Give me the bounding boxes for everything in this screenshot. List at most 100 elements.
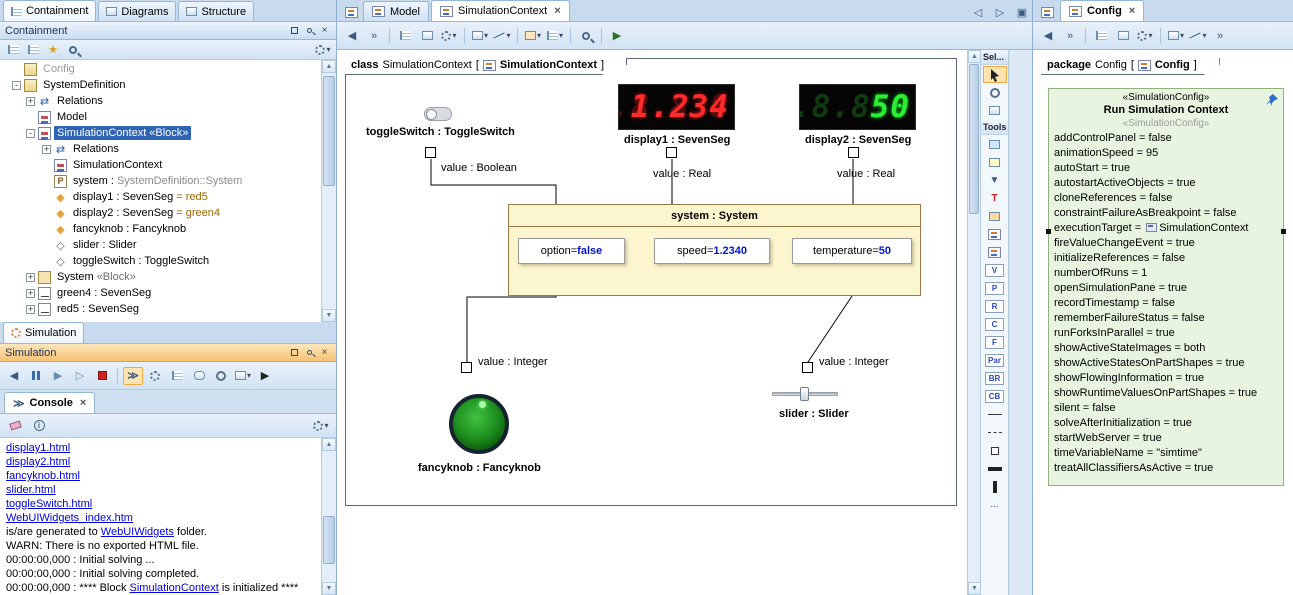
diagram-canvas[interactable]: class SimulationContext [ SimulationCont… [337, 50, 967, 595]
toggleswitch-port[interactable] [425, 147, 436, 158]
tab-simulation[interactable]: Simulation [3, 322, 84, 343]
animation-speed-icon[interactable]: ≫ [123, 367, 143, 385]
favorites-icon[interactable]: ★ [43, 41, 63, 59]
console-scrollbar[interactable]: ▲ ▼ [321, 438, 336, 595]
swimlane-icon[interactable]: ▾ [1166, 27, 1186, 45]
tree-item[interactable]: system :SystemDefinition::System [0, 173, 336, 189]
config-property[interactable]: startWebServer = true [1054, 431, 1283, 446]
speed-value-box[interactable]: speed = 1.2340 [654, 238, 770, 264]
config-property[interactable]: runForksInParallel = true [1054, 326, 1283, 341]
options-gear-icon[interactable]: ▾ [313, 41, 333, 59]
tree-item[interactable]: +Relations [0, 93, 336, 109]
tree-expander[interactable]: + [26, 289, 35, 298]
close-icon[interactable]: × [318, 24, 331, 37]
part-property-tool-icon[interactable]: P [983, 280, 1007, 297]
diagram-overview-tool-icon[interactable] [983, 244, 1007, 261]
console-link[interactable]: WebUIWidgets [101, 526, 174, 538]
tree-item[interactable]: fancyknob : Fancyknob [0, 221, 336, 237]
publish-icon[interactable] [1113, 27, 1133, 45]
config-property[interactable]: animationSpeed = 95 [1054, 146, 1283, 161]
config-property-execution-target[interactable]: executionTarget = SimulationContext [1054, 221, 1283, 236]
console-link[interactable]: toggleSwitch.html [6, 498, 92, 510]
note-tool-icon[interactable] [983, 154, 1007, 171]
tree-item[interactable]: slider : Slider [0, 237, 336, 253]
tab-structure[interactable]: Structure [178, 1, 254, 21]
selection-handle[interactable] [1281, 229, 1286, 234]
pin-icon[interactable] [303, 24, 316, 37]
tree-item[interactable]: Model [0, 109, 336, 125]
gear-icon[interactable]: ▾ [1135, 27, 1155, 45]
display1-port[interactable] [666, 147, 677, 158]
swimlane-icon[interactable]: ▾ [470, 27, 490, 45]
text-tool-icon[interactable]: T [983, 190, 1007, 207]
tab-list-icon[interactable] [341, 3, 361, 21]
console-link[interactable]: slider.html [6, 484, 56, 496]
legend-icon[interactable]: ▾ [545, 27, 565, 45]
fancyknob-part-label[interactable]: fancyknob : Fancyknob [418, 462, 541, 474]
run-simulation-icon[interactable]: ▶ [607, 27, 627, 45]
tree-expander[interactable]: - [26, 129, 35, 138]
next-diagram-icon[interactable]: ▷ [990, 3, 1010, 21]
info-icon[interactable]: i [29, 417, 49, 435]
canvas-vertical-scrollbar[interactable]: ▲ ▼ [967, 50, 980, 595]
expand-all-icon[interactable] [23, 41, 43, 59]
console-link[interactable]: SimulationContext [130, 582, 219, 594]
config-property[interactable]: recordTimestamp = false [1054, 296, 1283, 311]
back-icon[interactable]: ◀ [342, 27, 362, 45]
tree-expander[interactable]: + [26, 273, 35, 282]
back-icon[interactable]: ◀ [1038, 27, 1058, 45]
image-tool-icon[interactable] [983, 208, 1007, 225]
port-tool-icon[interactable] [983, 442, 1007, 459]
slider-part-label[interactable]: slider : Slider [779, 408, 849, 420]
config-property[interactable]: constraintFailureAsBreakpoint = false [1054, 206, 1283, 221]
reference-property-tool-icon[interactable]: R [983, 298, 1007, 315]
config-property[interactable]: solveAfterInitialization = true [1054, 416, 1283, 431]
previous-diagram-icon[interactable]: ◁ [968, 3, 988, 21]
step-over-icon[interactable]: ▷ [70, 367, 90, 385]
clear-console-icon[interactable] [5, 417, 25, 435]
config-property[interactable]: timeVariableName = "simtime" [1054, 446, 1283, 461]
run-icon[interactable]: ▶ [255, 367, 275, 385]
publish-icon[interactable] [417, 27, 437, 45]
palette-more-icon[interactable]: ... [983, 496, 1007, 513]
tree-item[interactable]: -SystemDefinition [0, 77, 336, 93]
toolbar-overflow-icon[interactable]: » [364, 27, 384, 45]
tree-item[interactable]: SimulationContext [0, 157, 336, 173]
temperature-value-box[interactable]: temperature = 50 [792, 238, 912, 264]
config-property[interactable]: showRuntimeValuesOnPartShapes = true [1054, 386, 1283, 401]
config-property[interactable]: openSimulationPane = true [1054, 281, 1283, 296]
collapse-all-icon[interactable] [3, 41, 23, 59]
export-icon[interactable]: ▾ [233, 367, 253, 385]
config-property[interactable]: autostartActiveObjects = true [1054, 176, 1283, 191]
console-link[interactable]: display2.html [6, 456, 70, 468]
restore-icon[interactable] [288, 24, 301, 37]
config-property[interactable]: treatAllClassifiersAsActive = true [1054, 461, 1283, 476]
fork-horizontal-tool-icon[interactable] [983, 460, 1007, 477]
gear-icon[interactable]: ▾ [439, 27, 459, 45]
classifier-behavior-tool-icon[interactable]: CB [983, 388, 1007, 405]
panel-splitter[interactable] [1010, 50, 1032, 595]
config-property[interactable]: showFlowingInformation = true [1054, 371, 1283, 386]
containment-tree-icon[interactable] [1091, 27, 1111, 45]
tree-item[interactable]: +Relations [0, 141, 336, 157]
dependency-tool-icon[interactable] [983, 424, 1007, 441]
tree-item[interactable]: +green4 : SevenSeg [0, 285, 336, 301]
display2-part-label[interactable]: display2 : SevenSeg [805, 134, 911, 146]
close-icon[interactable]: × [1129, 5, 1135, 17]
display1-part-label[interactable]: display1 : SevenSeg [624, 134, 730, 146]
tree-expander[interactable]: + [26, 97, 35, 106]
close-icon[interactable]: × [318, 346, 331, 359]
image-shape-icon[interactable]: ▾ [523, 27, 543, 45]
grid-tool-icon[interactable] [983, 102, 1007, 119]
console-link[interactable]: fancyknob.html [6, 470, 80, 482]
bound-reference-tool-icon[interactable]: BR [983, 370, 1007, 387]
step-back-icon[interactable]: ◀ [4, 367, 24, 385]
hierarchy-icon[interactable] [167, 367, 187, 385]
fork-vertical-tool-icon[interactable] [983, 478, 1007, 495]
flow-property-tool-icon[interactable]: F [983, 334, 1007, 351]
simulation-config-box[interactable]: «SimulationConfig» Run Simulation Contex… [1048, 88, 1284, 486]
tab-list-icon[interactable] [1037, 3, 1057, 21]
tab-model[interactable]: Model [363, 1, 429, 21]
containment-tree-icon[interactable] [395, 27, 415, 45]
path-style-icon[interactable]: ▾ [1188, 27, 1208, 45]
